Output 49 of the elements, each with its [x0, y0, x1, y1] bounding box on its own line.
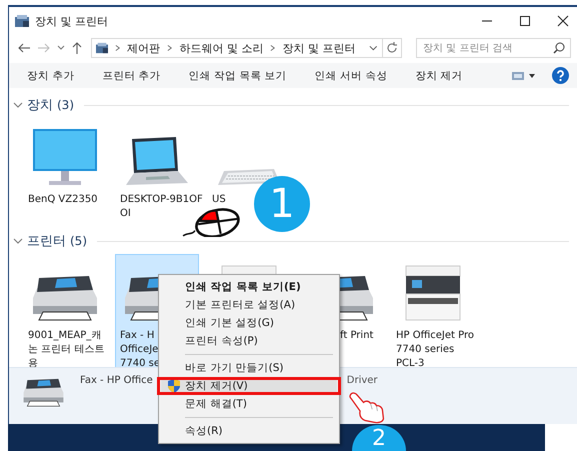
dropdown-caret-icon[interactable]: [369, 45, 378, 51]
toolbar-button[interactable]: 프린터 추가: [92, 66, 171, 86]
printer-icon: [32, 275, 98, 321]
device-label: DESKTOP-9B1OF OI: [119, 193, 203, 221]
toolbar-button[interactable]: 장치 추가: [17, 66, 84, 86]
dropdown-caret-icon[interactable]: [57, 45, 65, 51]
inkjet-printer-icon: [405, 265, 461, 321]
device-label: BenQ VZ2350: [27, 193, 98, 207]
up-arrow-icon[interactable]: [71, 41, 83, 55]
device-label: ft Print: [339, 329, 374, 343]
device-label: US: [211, 193, 226, 207]
shield-icon: [168, 379, 180, 393]
devices-printers-icon: [96, 42, 108, 54]
group-count: (3): [57, 98, 74, 112]
monitor-icon: [33, 129, 97, 185]
back-arrow-icon[interactable]: [17, 42, 31, 54]
toolbar-button[interactable]: 인쇄 작업 목록 보기: [178, 66, 297, 86]
device-label: HP OfficeJet Pro 7740 series PCL-3: [395, 329, 474, 367]
printer-icon: [23, 378, 64, 407]
toolbar-button[interactable]: 장치 제거: [405, 66, 473, 86]
breadcrumb-chevron-icon[interactable]: [167, 44, 172, 52]
group-title: 프린터: [27, 233, 66, 250]
breadcrumb-item[interactable]: 장치 및 프린터: [282, 40, 356, 56]
breadcrumb-item[interactable]: 하드웨어 및 소리: [179, 40, 264, 56]
menu-item[interactable]: 속성(R): [161, 422, 337, 440]
breadcrumb-item[interactable]: 제어판: [127, 40, 160, 56]
device-tile[interactable]: BenQ VZ2350: [23, 118, 107, 224]
search-field[interactable]: 장치 및 프린터 검색: [416, 38, 571, 58]
group-title: 장치: [27, 97, 53, 114]
laptop-icon: [126, 137, 188, 185]
breadcrumb-chevron-icon[interactable]: [270, 44, 276, 52]
maximize-icon[interactable]: [519, 15, 531, 27]
toolbar-button[interactable]: 인쇄 서버 속성: [304, 66, 398, 86]
help-icon[interactable]: [552, 67, 569, 84]
device-name: Fax - HP Office: [80, 375, 153, 386]
collapse-chevron-icon[interactable]: [13, 236, 23, 246]
group-count: (5): [70, 234, 87, 248]
devices-printers-icon: [15, 15, 29, 27]
close-icon[interactable]: [557, 15, 569, 27]
menu-item[interactable]: 문제 해결(T): [161, 395, 337, 413]
view-options-icon[interactable]: [512, 70, 536, 80]
address-bar[interactable]: 제어판 하드웨어 및 소리 장치 및 프린터: [91, 38, 383, 58]
breadcrumb-chevron-icon[interactable]: [115, 44, 120, 52]
field-label: Driver: [346, 375, 378, 386]
device-tile[interactable]: HP OfficeJet Pro 7740 series PCL-3: [391, 254, 475, 367]
refresh-icon[interactable]: [382, 38, 402, 58]
window-title: 장치 및 프린터: [35, 14, 108, 28]
collapse-chevron-icon[interactable]: [13, 100, 23, 110]
search-icon[interactable]: [553, 42, 565, 54]
